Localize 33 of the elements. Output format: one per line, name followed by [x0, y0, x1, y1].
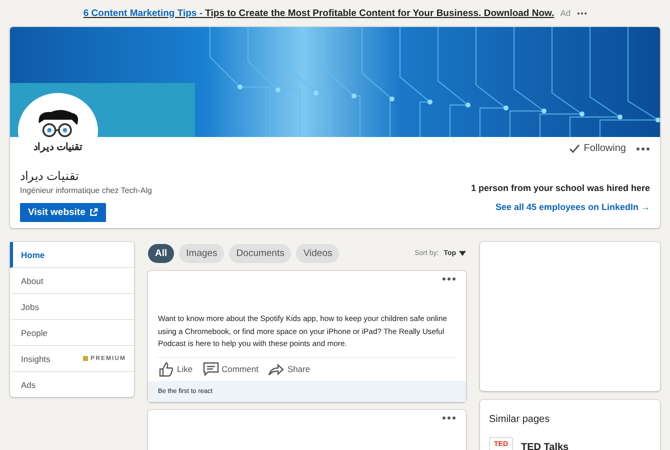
caret-down-icon [459, 250, 466, 256]
ad-label: Ad [560, 8, 571, 18]
following-button[interactable]: Following [568, 143, 626, 154]
filter-tab[interactable]: Documents [229, 244, 292, 262]
share-arrow-icon [268, 362, 284, 376]
speech-bubble-icon [202, 362, 219, 376]
ad-link[interactable]: 6 Content Marketing Tips - Tips to Create the Most Profitable Content for Your Business. Download Now. [83, 8, 554, 18]
filter-tab[interactable]: Images [179, 244, 224, 262]
similar-pages-title: Similar pages [489, 414, 551, 425]
logo-text: تقنيات ديراد [34, 141, 82, 153]
more-icon[interactable] [442, 416, 456, 420]
like-button[interactable]: Like [158, 362, 193, 376]
more-icon[interactable] [442, 277, 456, 281]
company-tagline: Ingénieur informatique chez Tech-Alg [20, 186, 152, 195]
sidebar-item[interactable]: People [10, 320, 134, 346]
filter-tab[interactable]: All [148, 244, 174, 262]
share-button[interactable]: Share [268, 362, 310, 376]
check-icon [568, 144, 580, 153]
sidebar-item[interactable]: Home [10, 242, 134, 268]
page-name[interactable]: TED Talks [521, 442, 569, 450]
more-icon[interactable] [576, 12, 587, 14]
employees-link[interactable]: See all 45 employees on LinkedIn → [495, 202, 650, 212]
sidebar-item[interactable]: Ads [10, 372, 134, 397]
sidebar-item[interactable]: About [10, 268, 134, 294]
hired-note: 1 person from your school was hired here [470, 183, 650, 193]
external-link-icon [89, 208, 98, 217]
filter-tab[interactable]: Videos [296, 244, 340, 262]
thumbs-up-icon [158, 362, 174, 376]
visit-website-button[interactable]: Visit website [20, 203, 106, 222]
comment-button[interactable]: Comment [202, 362, 258, 376]
sidebar-item[interactable]: Jobs [10, 294, 134, 320]
company-name: تقنيات ديراد [20, 169, 80, 183]
more-icon[interactable] [636, 146, 650, 150]
